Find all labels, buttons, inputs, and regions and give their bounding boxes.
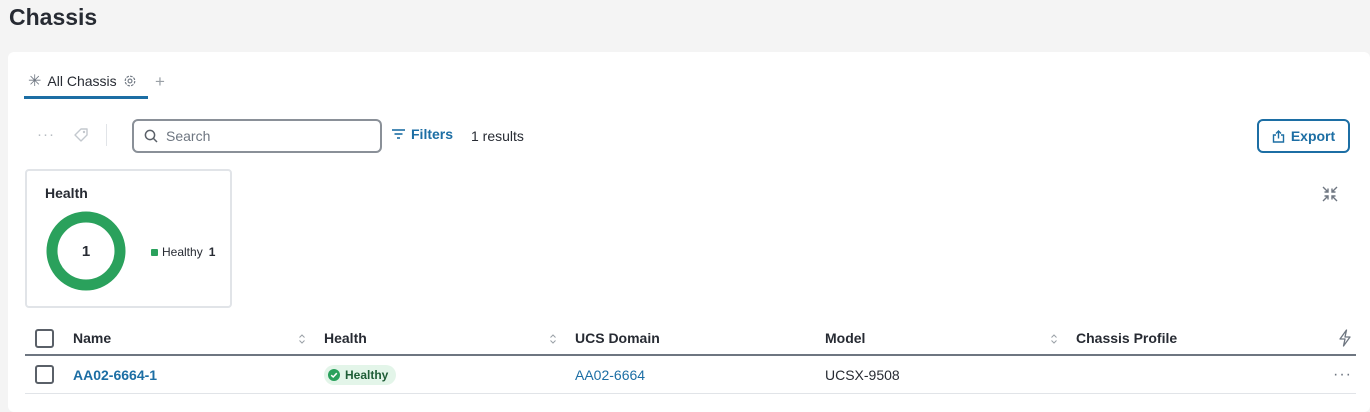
- chassis-name-link[interactable]: AA02-6664-1: [73, 367, 157, 383]
- healthy-dot-icon: [151, 248, 158, 256]
- search-input[interactable]: [166, 128, 366, 144]
- row-actions-cell: ···: [1276, 356, 1356, 393]
- select-all-cell: [25, 322, 73, 354]
- cell-name: AA02-6664-1: [73, 356, 324, 393]
- sort-icon[interactable]: [1050, 333, 1058, 345]
- column-header-health[interactable]: Health: [324, 322, 575, 354]
- column-label: Model: [825, 330, 866, 346]
- export-label: Export: [1290, 128, 1336, 144]
- table-header: Name Health UCS Domain Model Chassis Pro…: [25, 322, 1356, 356]
- sort-icon[interactable]: [549, 333, 557, 345]
- column-header-ucs-domain[interactable]: UCS Domain: [575, 322, 825, 354]
- collapse-icon[interactable]: [1321, 185, 1339, 203]
- health-status-badge: Healthy: [324, 364, 397, 385]
- asterisk-icon: ✳: [28, 73, 42, 90]
- add-tab-icon[interactable]: +: [155, 72, 165, 92]
- column-label: Name: [73, 330, 112, 346]
- sort-icon[interactable]: [298, 333, 306, 345]
- column-label: Health: [324, 330, 367, 346]
- export-icon: [1272, 129, 1285, 143]
- column-label: Chassis Profile: [1076, 330, 1178, 346]
- results-count: 1 results: [471, 128, 524, 144]
- column-header-chassis-profile[interactable]: Chassis Profile: [1076, 322, 1276, 354]
- more-actions-icon[interactable]: ···: [37, 126, 55, 143]
- toolbar-divider: [106, 124, 107, 146]
- column-label: UCS Domain: [575, 330, 660, 346]
- cell-chassis-profile: [1076, 356, 1276, 393]
- health-legend-healthy[interactable]: Healthy 1: [151, 245, 215, 259]
- column-header-name[interactable]: Name: [73, 322, 324, 354]
- row-checkbox[interactable]: [35, 365, 54, 384]
- table-row[interactable]: AA02-6664-1 Healthy AA02-6664 UCSX-9508: [25, 356, 1356, 394]
- lightning-icon[interactable]: [1338, 329, 1352, 347]
- filters-button[interactable]: Filters: [392, 126, 453, 142]
- column-settings-cell: [1276, 322, 1356, 354]
- chassis-table: Name Health UCS Domain Model Chassis Pro…: [25, 322, 1356, 394]
- ucs-domain-link[interactable]: AA02-6664: [575, 367, 645, 383]
- filter-icon: [392, 129, 405, 139]
- column-header-model[interactable]: Model: [825, 322, 1076, 354]
- search-box[interactable]: [132, 119, 382, 153]
- cell-health: Healthy: [324, 356, 575, 393]
- content-card: ✳ All Chassis + ··· Filters 1 results: [8, 52, 1370, 412]
- legend-label: Healthy: [162, 245, 203, 259]
- health-widget-title: Health: [45, 185, 88, 201]
- page-title: Chassis: [9, 4, 98, 30]
- gear-icon[interactable]: [123, 74, 137, 88]
- row-actions-icon[interactable]: ···: [1333, 366, 1352, 384]
- health-widget: Health 1 Healthy 1: [25, 169, 232, 308]
- model-value: UCSX-9508: [825, 366, 900, 383]
- tag-icon[interactable]: [72, 126, 90, 144]
- cell-model: UCSX-9508: [825, 356, 1076, 393]
- filters-label: Filters: [411, 126, 454, 142]
- health-total: 1: [82, 243, 90, 260]
- health-donut-chart[interactable]: 1: [46, 211, 126, 291]
- tab-label: All Chassis: [47, 73, 117, 89]
- row-select-cell: [25, 356, 73, 393]
- check-circle-icon: [328, 368, 340, 381]
- search-icon: [144, 129, 158, 143]
- export-button[interactable]: Export: [1257, 119, 1350, 153]
- legend-count: 1: [208, 245, 216, 259]
- select-all-checkbox[interactable]: [35, 328, 54, 348]
- tab-all-chassis[interactable]: ✳ All Chassis: [24, 72, 148, 99]
- cell-ucs-domain: AA02-6664: [575, 356, 825, 393]
- health-status-label: Healthy: [345, 367, 389, 382]
